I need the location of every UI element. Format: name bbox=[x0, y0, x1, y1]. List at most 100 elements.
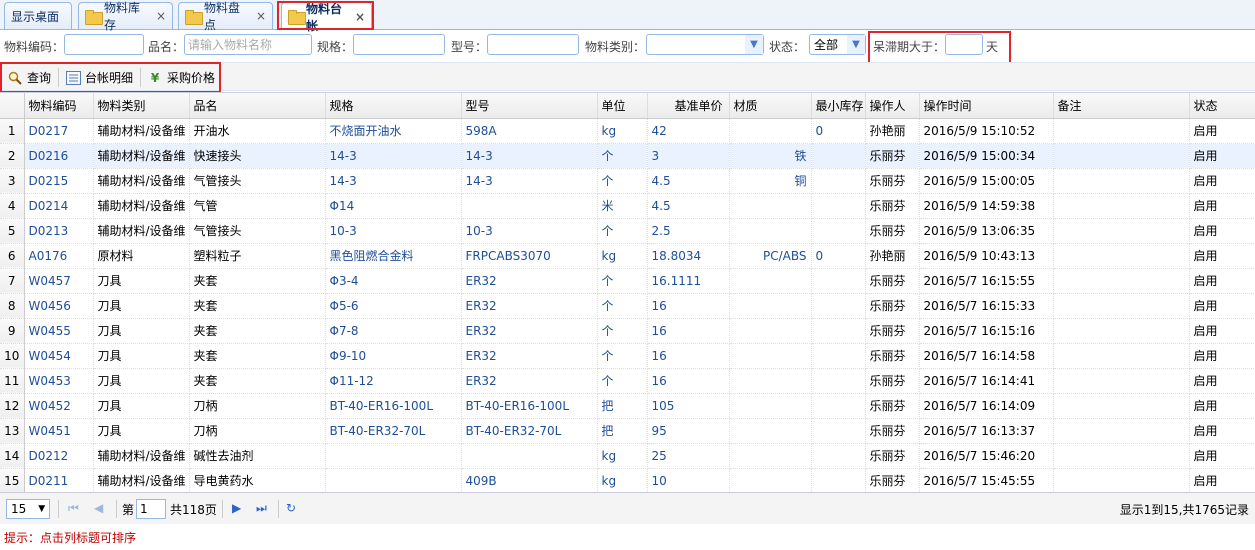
table-cell: W0455 bbox=[24, 318, 94, 344]
ledger-detail-label: 台帐明细 bbox=[85, 71, 134, 85]
table-row[interactable]: 9 W0455 刀具 夹套 Φ7-8 ER32 个 16 乐丽芬 2016/5/7 16:15:1… bbox=[0, 318, 1255, 344]
pager-divider bbox=[222, 500, 223, 518]
table-row[interactable]: 7 W0457 刀具 夹套 Φ3-4 ER32 个 16.1111 乐丽芬 2016/5/7 16… bbox=[0, 268, 1255, 294]
table-cell: 不烧面开油水 bbox=[325, 118, 462, 144]
column-header[interactable]: 型号 bbox=[461, 93, 598, 119]
row-number: 5 bbox=[0, 218, 25, 244]
product-name-input[interactable] bbox=[184, 34, 312, 55]
table-cell: 2016/5/7 16:15:55 bbox=[919, 268, 1054, 294]
table-cell: 10-3 bbox=[325, 218, 462, 244]
material-code-input[interactable] bbox=[64, 34, 144, 55]
table-cell: 刀柄 bbox=[189, 393, 326, 419]
column-header[interactable]: 操作时间 bbox=[919, 93, 1054, 119]
stagnant-period-input[interactable] bbox=[945, 34, 983, 55]
table-cell bbox=[811, 343, 866, 369]
table-cell: Φ7-8 bbox=[325, 318, 462, 344]
close-icon[interactable]: × bbox=[156, 9, 166, 23]
table-cell: 个 bbox=[597, 168, 648, 194]
table-row[interactable]: 10 W0454 刀具 夹套 Φ9-10 ER32 个 16 乐丽芬 2016/5/7 16:14… bbox=[0, 343, 1255, 369]
table-cell: 16 bbox=[647, 318, 730, 344]
column-header[interactable]: 材质 bbox=[729, 93, 812, 119]
tab-desktop[interactable]: 显示桌面 bbox=[4, 2, 72, 29]
table-cell: 2016/5/9 15:00:34 bbox=[919, 143, 1054, 169]
table-row[interactable]: 12 W0452 刀具 刀柄 BT-40-ER16-100L BT-40-ER16-100… bbox=[0, 393, 1255, 419]
table-row[interactable]: 2 D0216 辅助材料/设备维 快速接头 14-3 14-3 个 3 铁乐丽芬 2016/5/9… bbox=[0, 143, 1255, 169]
refresh-icon[interactable]: ↻ bbox=[286, 501, 296, 515]
first-page-icon[interactable]: ⏮ bbox=[68, 501, 79, 516]
column-header[interactable]: 备注 bbox=[1053, 93, 1190, 119]
model-input[interactable] bbox=[487, 34, 579, 55]
table-cell: 4.5 bbox=[647, 193, 730, 219]
table-row[interactable]: 15 D0211 辅助材料/设备维 导电黄药水 409B kg 10 乐丽芬 2016/5/7 … bbox=[0, 468, 1255, 494]
list-detail-icon bbox=[65, 70, 81, 86]
table-cell bbox=[461, 193, 598, 219]
close-icon[interactable]: × bbox=[256, 9, 266, 23]
next-page-icon[interactable]: ▶ bbox=[232, 501, 241, 515]
page-size-select[interactable]: 15 ▼ bbox=[6, 499, 50, 519]
column-header[interactable]: 物料编码 bbox=[24, 93, 94, 119]
tab-material-inventory[interactable]: 物料库存 × bbox=[78, 1, 173, 32]
status-label: 状态： bbox=[769, 40, 806, 54]
toolbar-divider bbox=[58, 68, 59, 87]
chevron-down-icon[interactable]: ▼ bbox=[847, 35, 865, 54]
prev-page-icon[interactable]: ◀ bbox=[94, 501, 103, 515]
column-header[interactable]: 基准单价 bbox=[647, 93, 730, 119]
magnifier-icon bbox=[7, 70, 23, 86]
column-header[interactable]: 规格 bbox=[325, 93, 462, 119]
status-select[interactable]: 全部 ▼ bbox=[809, 34, 866, 55]
table-row[interactable]: 5 D0213 辅助材料/设备维 气管接头 10-3 10-3 个 2.5 乐丽芬 2016/5/… bbox=[0, 218, 1255, 244]
table-row[interactable]: 3 D0215 辅助材料/设备维 气管接头 14-3 14-3 个 4.5 铜乐丽芬 2016/5… bbox=[0, 168, 1255, 194]
table-cell: 598A bbox=[461, 118, 598, 144]
table-cell: Φ3-4 bbox=[325, 268, 462, 294]
table-cell: 夹套 bbox=[189, 293, 326, 319]
table-cell: 把 bbox=[597, 393, 648, 419]
table-cell: 启用 bbox=[1189, 468, 1255, 494]
column-header[interactable]: 状态 bbox=[1189, 93, 1255, 119]
column-header[interactable]: 物料类别 bbox=[93, 93, 190, 119]
query-button[interactable]: 查询 bbox=[4, 67, 54, 88]
table-row[interactable]: 13 W0451 刀具 刀柄 BT-40-ER32-70L BT-40-ER32-70L 把… bbox=[0, 418, 1255, 444]
table-cell: 14-3 bbox=[461, 143, 598, 169]
table-cell: FRPCABS3070 bbox=[461, 243, 598, 269]
table-cell bbox=[1053, 193, 1190, 219]
column-header[interactable]: 单位 bbox=[597, 93, 648, 119]
table-cell: 2016/5/9 15:10:52 bbox=[919, 118, 1054, 144]
last-page-icon[interactable]: ⏭ bbox=[256, 501, 267, 516]
tab-material-ledger[interactable]: 物料台帐 × bbox=[281, 2, 372, 33]
table-cell bbox=[1053, 418, 1190, 444]
table-cell bbox=[729, 343, 812, 369]
table-cell: kg bbox=[597, 118, 648, 144]
table-cell bbox=[811, 468, 866, 494]
row-number: 10 bbox=[0, 343, 25, 369]
page-number-input[interactable] bbox=[136, 499, 166, 519]
close-icon[interactable]: × bbox=[355, 10, 365, 24]
chevron-down-icon[interactable]: ▼ bbox=[745, 35, 763, 54]
spec-input[interactable] bbox=[353, 34, 445, 55]
ledger-detail-button[interactable]: 台帐明细 bbox=[62, 67, 136, 88]
category-select[interactable]: ▼ bbox=[646, 34, 764, 55]
table-cell: 把 bbox=[597, 418, 648, 444]
table-row[interactable]: 8 W0456 刀具 夹套 Φ5-6 ER32 个 16 乐丽芬 2016/5/7 16:15:3… bbox=[0, 293, 1255, 319]
query-label: 查询 bbox=[27, 71, 52, 85]
tab-material-stocktaking[interactable]: 物料盘点 × bbox=[178, 1, 273, 32]
column-header[interactable]: 操作人 bbox=[865, 93, 920, 119]
table-cell: kg bbox=[597, 468, 648, 494]
table-row[interactable]: 1 D0217 辅助材料/设备维 开油水 不烧面开油水 598A kg 42 0 孙艳丽 2016/… bbox=[0, 118, 1255, 144]
table-cell: ER32 bbox=[461, 343, 598, 369]
column-header[interactable]: 最小库存 bbox=[811, 93, 866, 119]
table-cell: 25 bbox=[647, 443, 730, 469]
table-cell bbox=[729, 318, 812, 344]
table-cell: 刀具 bbox=[93, 418, 190, 444]
column-header[interactable]: 品名 bbox=[189, 93, 326, 119]
table-cell bbox=[811, 368, 866, 394]
table-row[interactable]: 4 D0214 辅助材料/设备维 气管 Φ14 米 4.5 乐丽芬 2016/5/9 14:59… bbox=[0, 193, 1255, 219]
table-cell: 启用 bbox=[1189, 293, 1255, 319]
table-cell: 乐丽芬 bbox=[865, 268, 920, 294]
table-row[interactable]: 14 D0212 辅助材料/设备维 碱性去油剂 kg 25 乐丽芬 2016/5/7 15:4… bbox=[0, 443, 1255, 469]
purchase-price-button[interactable]: ¥ 采购价格 bbox=[144, 67, 218, 88]
table-cell bbox=[1053, 468, 1190, 494]
table-cell: Φ14 bbox=[325, 193, 462, 219]
table-row[interactable]: 11 W0453 刀具 夹套 Φ11-12 ER32 个 16 乐丽芬 2016/5/7 16:1… bbox=[0, 368, 1255, 394]
table-cell: 16.1111 bbox=[647, 268, 730, 294]
table-row[interactable]: 6 A0176 原材料 塑料粒子 黑色阻燃合金料 FRPCABS3070 kg 18.8034… bbox=[0, 243, 1255, 269]
